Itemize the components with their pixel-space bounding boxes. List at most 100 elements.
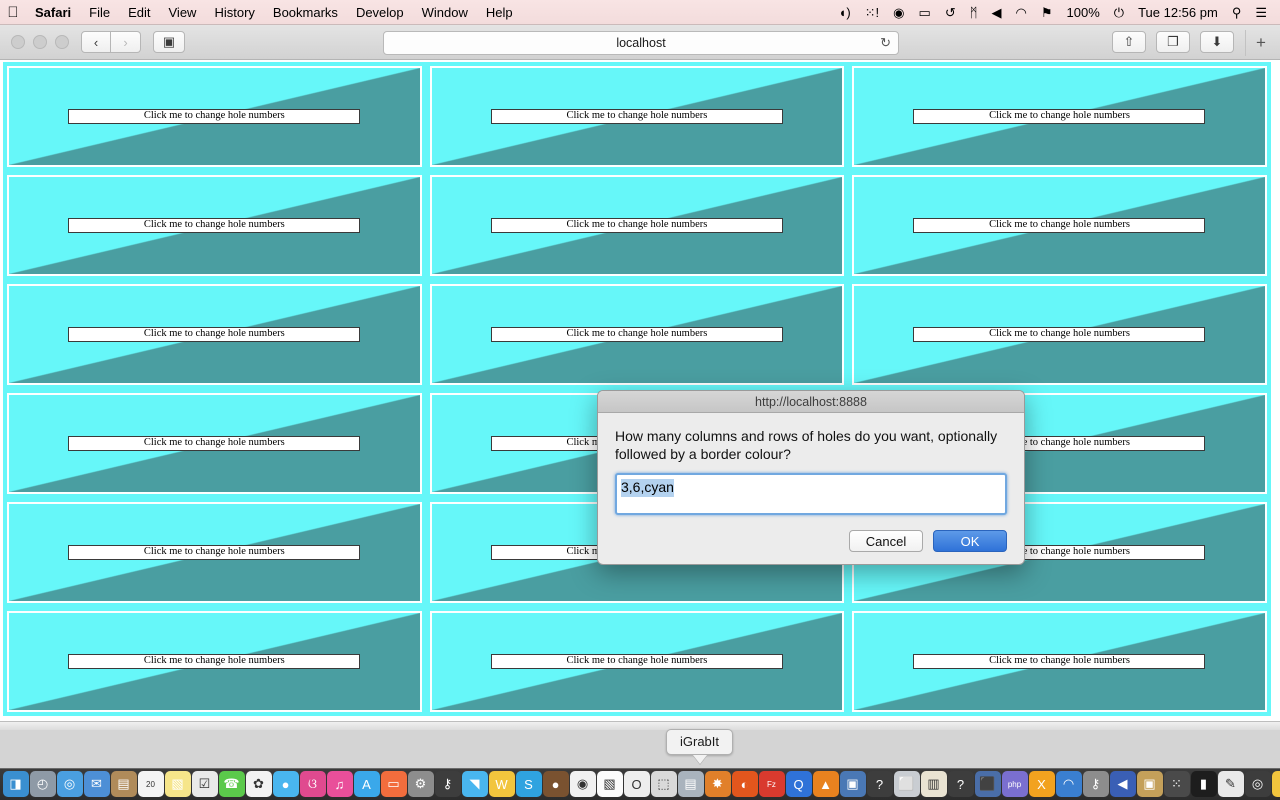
change-hole-numbers-button[interactable]: Click me to change hole numbers [68,218,361,233]
wifi-icon[interactable]: ◠ [1009,0,1034,25]
dialog-prompt-input[interactable] [615,473,1007,515]
dock-item-unknown-app-2[interactable]: ? [947,771,974,797]
dock-item-xampp[interactable]: X [1028,771,1055,797]
change-hole-numbers-button[interactable]: Click me to change hole numbers [68,327,361,342]
ok-button[interactable]: OK [933,530,1007,552]
dock-item-unknown-app-1[interactable]: ? [866,771,893,797]
dock-item-disc-app[interactable]: ◎ [1244,771,1271,797]
back-button[interactable]: ‹ [81,31,111,53]
change-hole-numbers-button[interactable]: Click me to change hole numbers [68,436,361,451]
flux-icon[interactable]: ◉ [886,0,911,25]
dock-item-textedit[interactable]: ▧ [596,771,623,797]
clock-label[interactable]: Tue 12:56 pm [1131,0,1225,25]
dock-item-sequel-pro[interactable]: ◠ [1055,771,1082,797]
dock-item-app-store[interactable]: A [353,771,380,797]
menu-item-safari[interactable]: Safari [26,0,80,25]
dock-item-calendar[interactable]: 20 [137,771,164,797]
dock-item-messages[interactable]: ● [272,771,299,797]
spotlight-search-icon[interactable]: ⚲ [1225,0,1249,25]
change-hole-numbers-button[interactable]: Click me to change hole numbers [913,109,1206,124]
dock-item-system-preferences[interactable]: ⚙ [407,771,434,797]
minimize-button[interactable] [33,35,47,49]
dock-item-mail[interactable]: ✉ [83,771,110,797]
volume-icon[interactable]: ◀ [985,0,1009,25]
close-button[interactable] [11,35,25,49]
zoom-button[interactable] [55,35,69,49]
menu-item-develop[interactable]: Develop [347,0,413,25]
change-hole-numbers-button[interactable]: Click me to change hole numbers [490,654,783,669]
notification-center-icon[interactable]: ☰ [1248,0,1274,25]
dock-item-ibooks[interactable]: ▭ [380,771,407,797]
bluetooth-icon[interactable]: ᛗ [963,0,985,25]
menu-item-file[interactable]: File [80,0,119,25]
change-hole-numbers-button[interactable]: Click me to change hole numbers [490,327,783,342]
dock-item-screen-sharing[interactable]: ▣ [839,771,866,797]
dock-item-skype[interactable]: S [515,771,542,797]
change-hole-numbers-button[interactable]: Click me to change hole numbers [68,109,361,124]
dock-item-w-app[interactable]: W [488,771,515,797]
battery-charging-icon[interactable]: ⏻ [1107,0,1131,25]
dock-item-script-editor[interactable]: ▥ [920,771,947,797]
dock-item-package[interactable]: ⬜ [893,771,920,797]
dock-item-photos[interactable]: ✿ [245,771,272,797]
dock-item-visual-studio[interactable]: ◀ [1109,771,1136,797]
dock-item-handbrake[interactable]: ✸ [704,771,731,797]
menu-item-history[interactable]: History [205,0,263,25]
dock-item-notes[interactable]: ▧ [164,771,191,797]
dock-item-reminders[interactable]: ☑ [191,771,218,797]
downloads-icon[interactable]: ⬇ [1200,31,1234,53]
share-icon[interactable]: ⇧ [1112,31,1146,53]
dotgrid-alert-icon[interactable]: ⁙! [858,0,887,25]
dock-item-vlc[interactable]: ▲ [812,771,839,797]
dock-item-terminal[interactable]: ▮ [1190,771,1217,797]
change-hole-numbers-button[interactable]: Click me to change hole numbers [68,654,361,669]
dock-item-messages-green[interactable]: ☎ [218,771,245,797]
menu-item-edit[interactable]: Edit [119,0,159,25]
airplay-audio-icon[interactable]: ◖) [831,0,857,25]
reload-icon[interactable]: ↻ [880,35,891,51]
change-hole-numbers-button[interactable]: Click me to change hole numbers [913,327,1206,342]
address-bar[interactable]: localhost ↻ [383,31,899,55]
dock-item-itunes[interactable]: ♫ [326,771,353,797]
dock-item-quicktime[interactable]: Q [785,771,812,797]
dock-item-keychain-2[interactable]: ⚷ [1082,771,1109,797]
change-hole-numbers-button[interactable]: Click me to change hole numbers [913,218,1206,233]
dock-item-php-storm[interactable]: php [1001,771,1028,797]
dock-item-contacts[interactable]: ▤ [110,771,137,797]
dock-item-paint-bucket[interactable]: ◥ [461,771,488,797]
dock-item-graphics-app[interactable]: ⬚ [650,771,677,797]
airplay-display-icon[interactable]: ▭ [912,0,938,25]
dock-item-safari[interactable]: ◎ [56,771,83,797]
change-hole-numbers-button[interactable]: Click me to change hole numbers [913,654,1206,669]
apple-menu-icon[interactable]:  [0,5,26,20]
tabs-icon[interactable]: ❐ [1156,31,1190,53]
dock-item-chrome[interactable]: ◉ [569,771,596,797]
dock-item-filezilla[interactable]: Fz [758,771,785,797]
dock-item-firefox[interactable]: ◐ [731,771,758,797]
dock-item-keychain-3[interactable]: ⚷ [1271,771,1280,797]
change-hole-numbers-button[interactable]: Click me to change hole numbers [490,109,783,124]
dock-item-odia-input[interactable]: ଓ [299,771,326,797]
change-hole-numbers-button[interactable]: Click me to change hole numbers [68,545,361,560]
dock-item-dotgrid-app[interactable]: ⁙ [1163,771,1190,797]
sidebar-toggle-icon[interactable]: ▣ [153,31,185,53]
cancel-button[interactable]: Cancel [849,530,923,552]
menu-item-window[interactable]: Window [413,0,477,25]
dock-item-preview[interactable]: ✎ [1217,771,1244,797]
menu-item-help[interactable]: Help [477,0,522,25]
change-hole-numbers-button[interactable]: Click me to change hole numbers [490,218,783,233]
dock-item-opera[interactable]: O [623,771,650,797]
dock-item-virtualbox[interactable]: ⬛ [974,771,1001,797]
dock-item-finder[interactable]: ◨ [2,771,29,797]
time-machine-icon[interactable]: ↺ [938,0,963,25]
keyboard-flag-icon[interactable]: ⚑ [1034,0,1060,25]
menu-item-view[interactable]: View [160,0,206,25]
new-tab-button[interactable]: + [1245,30,1276,56]
dock-item-scanner[interactable]: ▤ [677,771,704,797]
forward-button[interactable]: › [111,31,141,53]
dock-item-photo-viewer[interactable]: ▣ [1136,771,1163,797]
dock-item-keychain[interactable]: ⚷ [434,771,461,797]
dock-item-acorn[interactable]: ● [542,771,569,797]
menu-item-bookmarks[interactable]: Bookmarks [264,0,347,25]
dock-item-launchpad[interactable]: ◴ [29,771,56,797]
